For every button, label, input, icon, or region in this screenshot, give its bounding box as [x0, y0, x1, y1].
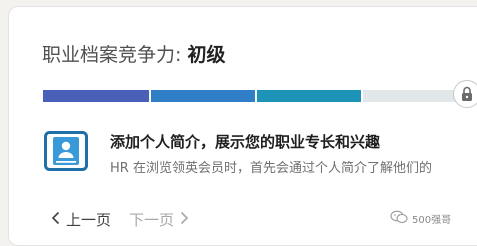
profile-card-icon	[44, 131, 88, 171]
meter-segment-3	[257, 90, 361, 102]
lock-icon	[453, 80, 477, 108]
watermark-text: 500强哥	[412, 215, 452, 226]
chevron-right-icon	[180, 211, 189, 228]
profile-strength-meter	[43, 88, 473, 104]
watermark: 500强哥	[390, 210, 451, 227]
profile-strength-level: 初级	[187, 44, 226, 66]
next-page-button[interactable]: 下一页	[129, 209, 189, 230]
pagination: 上一页 下一页	[51, 209, 189, 229]
previous-page-label: 上一页	[66, 210, 112, 229]
suggestion-title[interactable]: 添加个人简介，展示您的职业专长和兴趣	[110, 131, 380, 152]
suggestion-description: HR 在浏览领英会员时，首先会通过个人简介了解他们的	[110, 161, 432, 176]
add-summary-suggestion[interactable]: 添加个人简介，展示您的职业专长和兴趣 HR 在浏览领英会员时，首先会通过个人简介…	[44, 127, 477, 177]
previous-page-button[interactable]: 上一页	[51, 209, 111, 230]
profile-strength-label: 职业档案竞争力:	[42, 44, 188, 66]
meter-segment-2	[151, 90, 255, 102]
chevron-left-icon	[51, 211, 60, 228]
next-page-label: 下一页	[129, 210, 175, 229]
meter-segment-1	[43, 90, 149, 102]
wechat-logo-icon	[390, 210, 408, 227]
profile-strength-title: 职业档案竞争力: 初级	[42, 40, 225, 67]
